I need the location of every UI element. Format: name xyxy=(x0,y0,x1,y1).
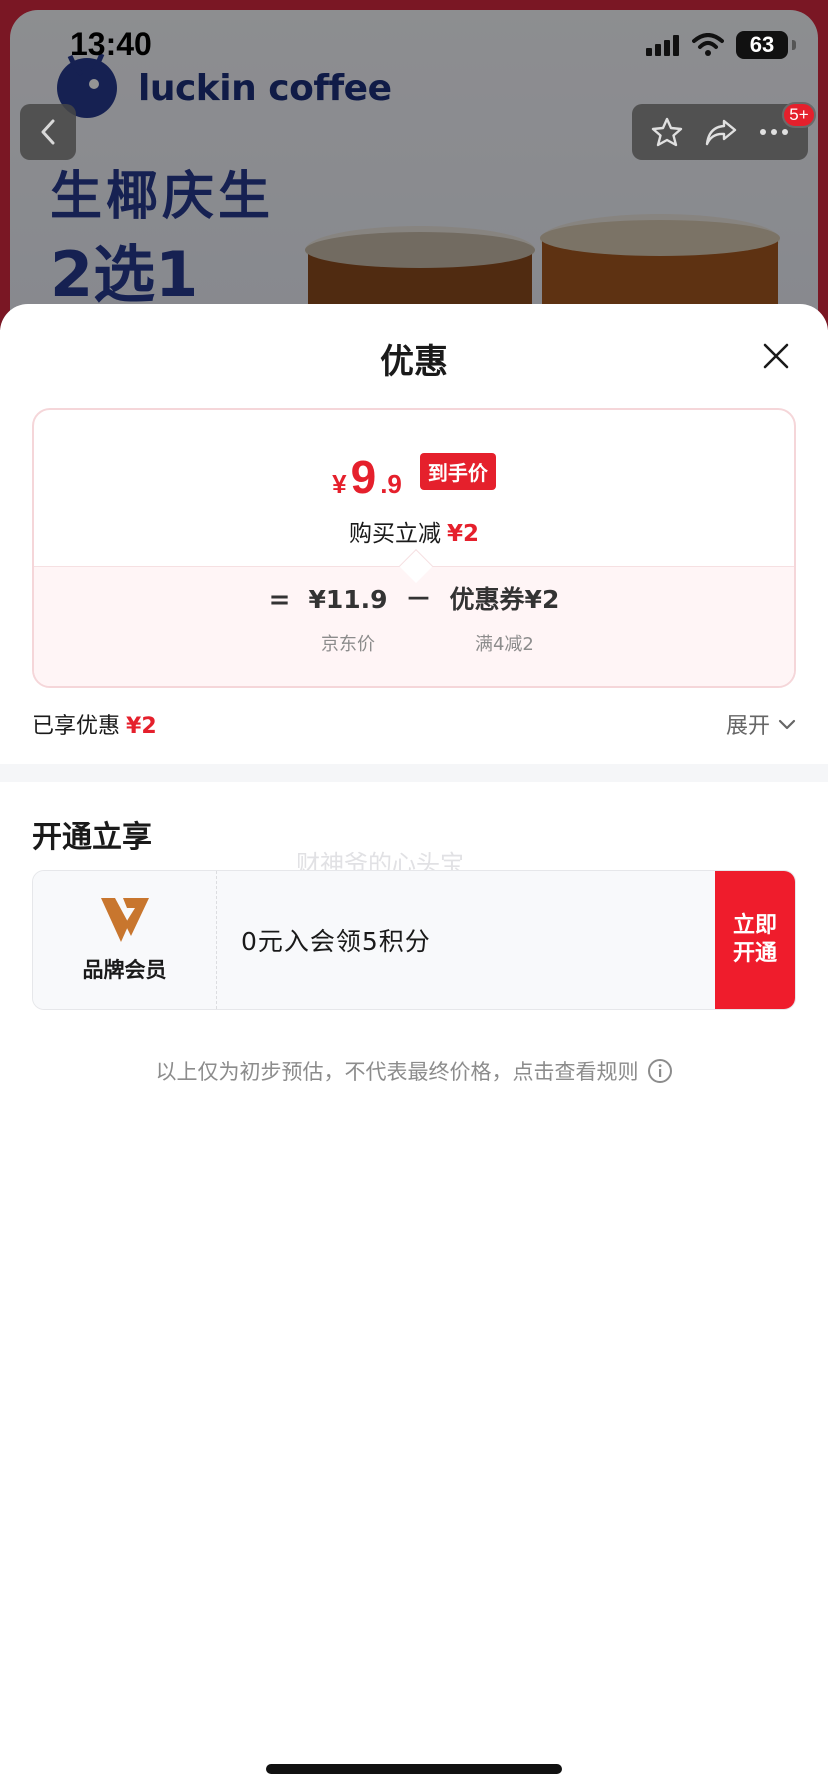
disclaimer-text: 以上仅为初步预估，不代表最终价格，点击查看规则 xyxy=(155,1060,639,1084)
close-icon xyxy=(763,343,789,369)
section-divider xyxy=(0,764,828,782)
saved-discount-value: ¥2 xyxy=(126,714,157,739)
expand-label: 展开 xyxy=(725,714,770,739)
notification-badge: 5+ xyxy=(782,102,816,128)
price-breakdown-card: ¥ 9 .9 到手价 购买立减 ¥2 = ¥11.9 京东价 － 优惠券¥2 满4… xyxy=(32,408,796,688)
final-price-decimal: .9 xyxy=(380,469,402,499)
status-bar: 13:40 63 xyxy=(0,0,828,90)
join-membership-button[interactable]: 立即 开通 xyxy=(715,871,795,1009)
jd-price-label: 京东价 xyxy=(320,634,375,655)
jd-price-value: ¥11.9 xyxy=(308,585,388,614)
instant-discount-row: 购买立减 ¥2 xyxy=(34,514,794,548)
battery-icon: 63 xyxy=(736,31,796,59)
instant-discount-label: 购买立减 xyxy=(348,521,441,547)
brand-member-cell: 品牌会员 xyxy=(33,871,217,1009)
discount-sheet: 优惠 ¥ 9 .9 到手价 购买立减 ¥2 = ¥11.9 京东价 － 优惠券¥2 xyxy=(0,304,828,1792)
jd-price-item: ¥11.9 京东价 xyxy=(308,582,387,656)
instant-discount-value: ¥2 xyxy=(446,521,479,547)
chevron-down-icon xyxy=(778,719,796,730)
final-price-currency: ¥ xyxy=(332,469,347,499)
join-button-line-1: 立即 xyxy=(732,913,777,938)
saved-discount-label: 已享优惠 xyxy=(32,714,121,739)
home-indicator[interactable] xyxy=(266,1764,562,1774)
final-price-integer: 9 xyxy=(350,451,377,503)
signal-icon xyxy=(646,35,679,56)
disclaimer-link[interactable]: 以上仅为初步预估，不代表最终价格，点击查看规则 xyxy=(0,1056,828,1086)
coupon-rule: 满4减2 xyxy=(474,634,534,655)
saved-discount: 已享优惠 ¥2 xyxy=(32,708,157,740)
formula-minus: － xyxy=(405,585,432,615)
info-icon xyxy=(647,1059,672,1083)
final-price-tag: 到手价 xyxy=(419,452,496,490)
status-icons: 63 xyxy=(646,30,796,60)
wifi-icon xyxy=(692,33,724,56)
expand-button[interactable]: 展开 xyxy=(726,708,796,740)
star-icon[interactable] xyxy=(651,116,683,148)
saved-discount-row: 已享优惠 ¥2 展开 xyxy=(32,704,796,744)
close-button[interactable] xyxy=(756,336,796,376)
back-arrow-icon xyxy=(41,119,55,145)
coupon-item: 优惠券¥2 满4减2 xyxy=(450,582,560,656)
membership-card: 品牌会员 0元入会领5积分 立即 开通 xyxy=(32,870,796,1010)
brand-member-label: 品牌会员 xyxy=(82,958,167,982)
coupon-value: 优惠券¥2 xyxy=(449,585,560,614)
final-price: ¥ 9 .9 到手价 xyxy=(34,450,794,504)
sheet-title: 优惠 xyxy=(380,342,448,382)
formula-equals: = xyxy=(268,585,291,615)
share-icon[interactable] xyxy=(704,117,738,147)
price-formula: = ¥11.9 京东价 － 优惠券¥2 满4减2 xyxy=(34,582,794,656)
back-button[interactable] xyxy=(20,104,76,160)
status-time: 13:40 xyxy=(70,26,152,62)
membership-offer-text: 0元入会领5积分 xyxy=(241,927,431,956)
join-button-line-2: 开通 xyxy=(732,941,777,966)
membership-section-title: 开通立享 xyxy=(32,820,152,855)
more-icon[interactable] xyxy=(759,128,789,136)
brand-member-logo-icon xyxy=(100,898,149,942)
